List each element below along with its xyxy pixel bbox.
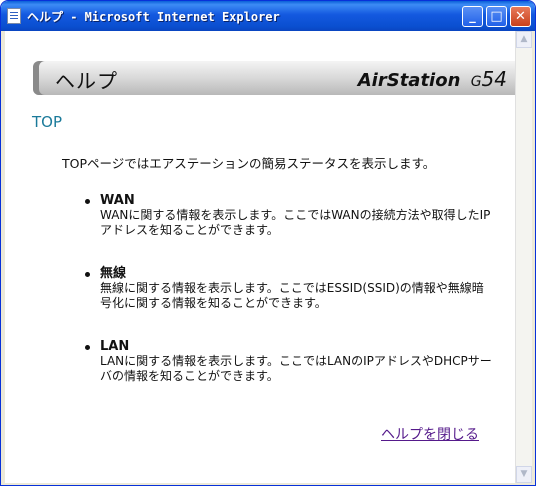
item-desc-lan: LANに関する情報を表示します。ここではLANのIPアドレスやDHCPサーバの情…: [100, 354, 492, 383]
item-title-wan: WAN: [100, 193, 135, 208]
maximize-icon: □: [490, 9, 503, 24]
minimize-button[interactable]: _: [462, 6, 483, 27]
close-help-link[interactable]: ヘルプを閉じる: [381, 424, 479, 444]
close-button[interactable]: ✕: [510, 6, 531, 27]
logo-brand: AirStation: [357, 70, 461, 91]
scroll-up-button[interactable]: ▲: [516, 31, 532, 48]
vertical-scrollbar[interactable]: ▲ ▼: [515, 31, 532, 483]
help-item-list: WAN WANに関する情報を表示します。ここではWANの接続方法や取得したIPア…: [85, 193, 505, 412]
help-content: ヘルプ AirStation G54 TOP TOPページではエアステーションの…: [5, 31, 517, 483]
ie-window: ヘルプ - Microsoft Internet Explorer _ □ ✕ …: [0, 0, 536, 486]
airstation-logo: AirStation G54: [358, 67, 507, 91]
bullet-icon: [85, 199, 90, 204]
logo-model: G54: [470, 67, 507, 91]
scroll-down-button[interactable]: ▼: [516, 466, 532, 483]
list-item: LAN LANに関する情報を表示します。ここではLANのIPアドレスやDHCPサ…: [85, 339, 505, 384]
banner-title: ヘルプ: [55, 69, 118, 93]
item-title-lan: LAN: [100, 339, 130, 354]
chevron-up-icon: ▲: [520, 34, 528, 44]
minimize-icon: _: [469, 9, 476, 24]
title-bar[interactable]: ヘルプ - Microsoft Internet Explorer _ □ ✕: [1, 1, 535, 31]
chevron-down-icon: ▼: [520, 469, 528, 479]
item-title-wireless: 無線: [100, 266, 127, 281]
bullet-icon: [85, 345, 90, 350]
bullet-icon: [85, 272, 90, 277]
ie-page-icon: [7, 8, 21, 24]
help-banner: ヘルプ AirStation G54: [33, 61, 517, 95]
maximize-button[interactable]: □: [486, 6, 507, 27]
list-item: 無線 無線に関する情報を表示します。ここではESSID(SSID)の情報や無線暗…: [85, 266, 505, 311]
item-desc-wan: WANに関する情報を表示します。ここではWANの接続方法や取得したIPアドレスを…: [100, 208, 491, 237]
close-icon: ✕: [515, 9, 526, 24]
section-intro: TOPページではエアステーションの簡易ステータスを表示します。: [62, 156, 436, 171]
window-title: ヘルプ - Microsoft Internet Explorer: [27, 10, 280, 24]
list-item: WAN WANに関する情報を表示します。ここではWANの接続方法や取得したIPア…: [85, 193, 505, 238]
item-desc-wireless: 無線に関する情報を表示します。ここではESSID(SSID)の情報や無線暗号化に…: [100, 281, 484, 310]
section-title: TOP: [32, 113, 63, 131]
